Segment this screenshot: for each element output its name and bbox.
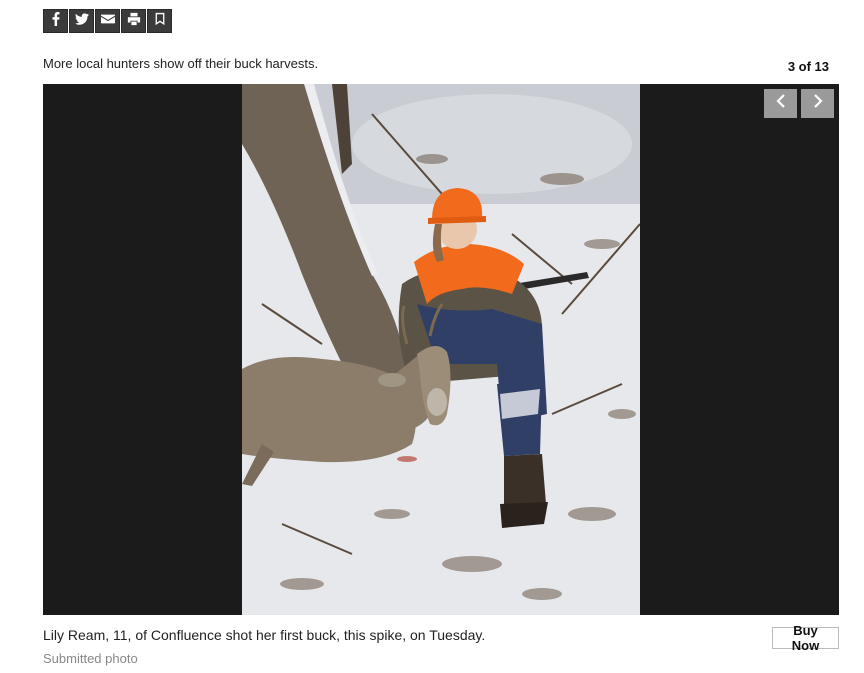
gallery-counter: 3 of 13 xyxy=(787,59,829,74)
share-toolbar xyxy=(43,9,172,33)
email-icon xyxy=(100,12,115,31)
twitter-icon xyxy=(74,12,89,31)
buy-now-button[interactable]: Buy Now xyxy=(772,623,839,653)
previous-photo-button[interactable] xyxy=(764,89,797,118)
photo-viewer xyxy=(43,84,839,615)
print-button[interactable] xyxy=(121,9,146,33)
bookmark-button[interactable] xyxy=(147,9,172,33)
photo-caption: Lily Ream, 11, of Confluence shot her fi… xyxy=(43,627,486,643)
chevron-left-icon xyxy=(773,93,789,114)
gallery-title: More local hunters show off their buck h… xyxy=(43,56,319,71)
chevron-right-icon xyxy=(810,93,826,114)
bookmark-icon xyxy=(153,12,167,31)
email-share-button[interactable] xyxy=(95,9,120,33)
twitter-share-button[interactable] xyxy=(69,9,94,33)
photo-credit: Submitted photo xyxy=(43,651,138,666)
print-icon xyxy=(127,12,141,31)
facebook-share-button[interactable] xyxy=(43,9,68,33)
gallery-photo[interactable] xyxy=(242,84,640,615)
facebook-icon xyxy=(49,11,63,31)
next-photo-button[interactable] xyxy=(801,89,834,118)
